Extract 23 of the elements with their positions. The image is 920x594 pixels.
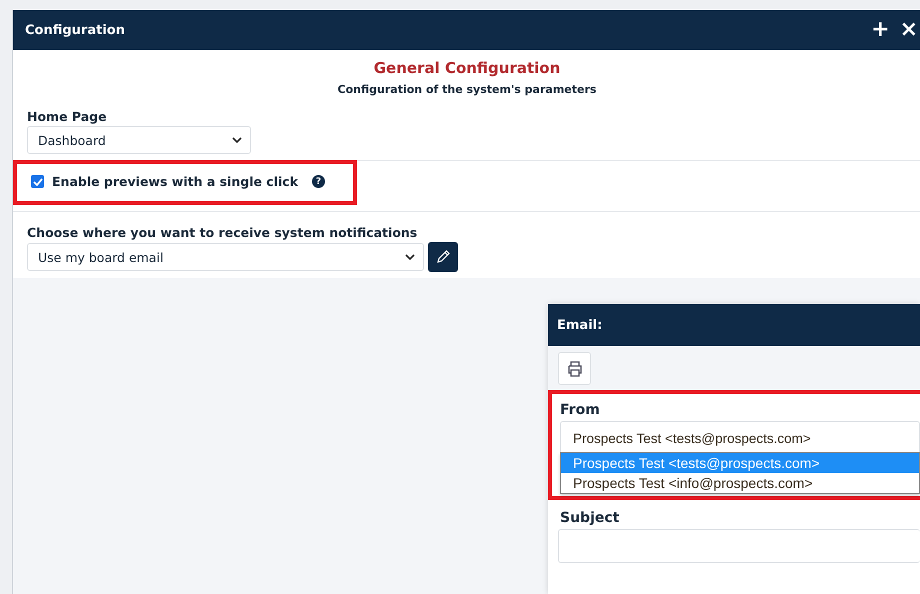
field-label: Home Page	[27, 109, 108, 124]
window-action-button[interactable]: +	[868, 19, 893, 41]
window-title: Configuration	[25, 22, 125, 38]
help-icon[interactable]: ?	[312, 175, 326, 188]
checkbox-label: Enable previews with a single click	[52, 174, 298, 189]
field-label: From	[560, 402, 601, 418]
print-button[interactable]	[558, 352, 591, 385]
field-label: Choose where you want to receive system notifications	[27, 225, 418, 240]
checkbox[interactable]	[31, 175, 44, 188]
edit-button[interactable]	[428, 242, 458, 272]
home-page-select[interactable]: Dashboard	[27, 126, 251, 154]
page-heading: General Configuration	[372, 58, 562, 77]
window-action-button[interactable]: ×	[896, 19, 920, 41]
page-subheading: Configuration of the system's parameters	[336, 83, 598, 96]
dialog-title: Email:	[557, 318, 602, 332]
caret-icon	[232, 136, 242, 144]
printer-icon	[566, 360, 584, 378]
caret-icon	[405, 254, 415, 260]
subject-field[interactable]	[558, 529, 920, 563]
field-label: Subject	[560, 510, 620, 526]
notifications-select[interactable]: Use my board email	[27, 243, 424, 271]
dropdown-option[interactable]: Prospects Test <info@prospects.com>	[561, 473, 919, 493]
pencil-icon	[435, 249, 451, 265]
